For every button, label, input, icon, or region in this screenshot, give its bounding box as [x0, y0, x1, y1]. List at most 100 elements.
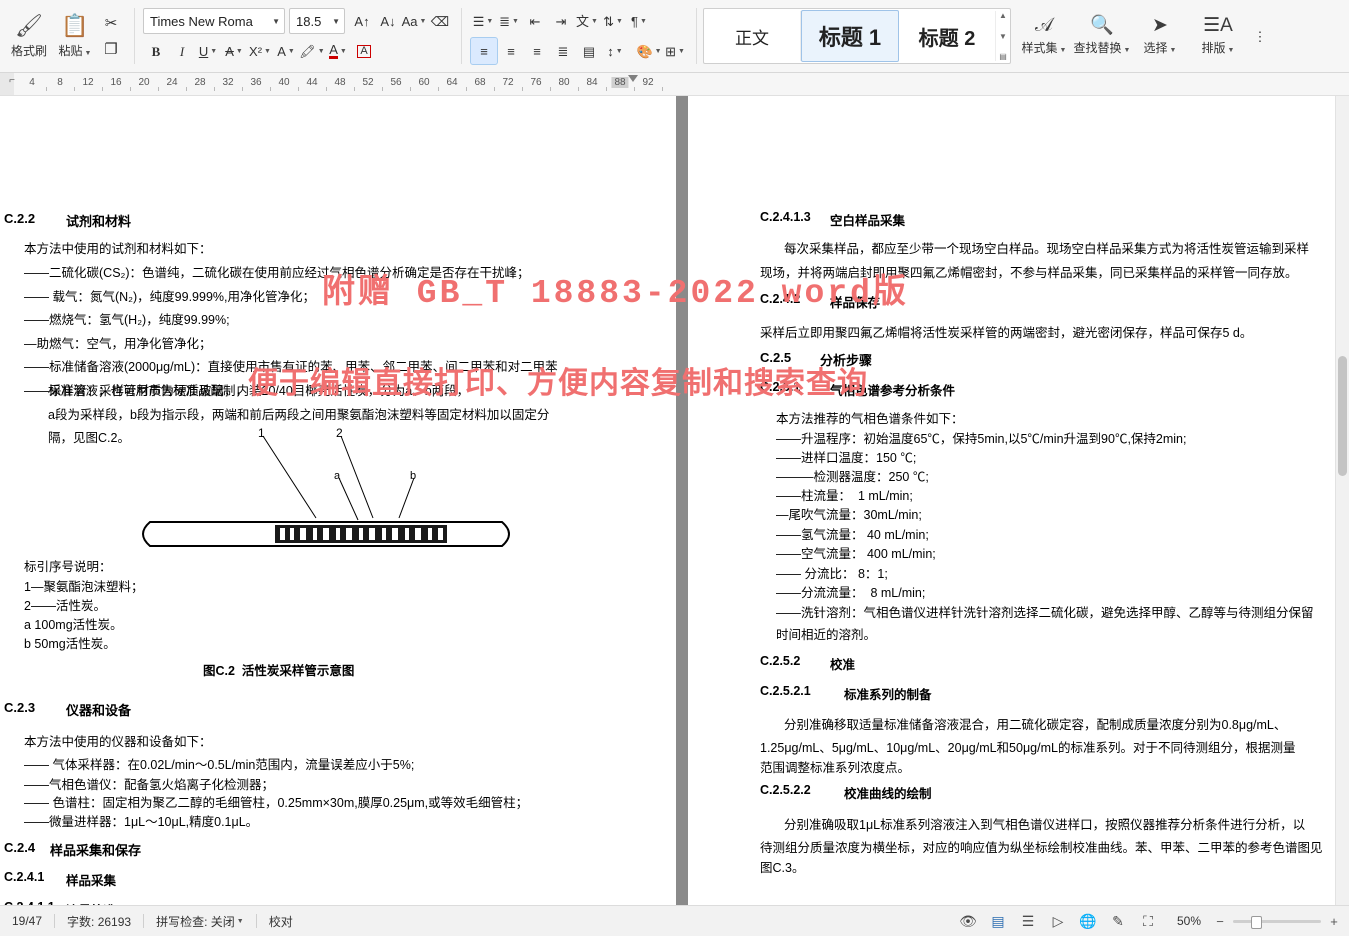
ruler-scale: 4812162024283236404448525660646872768084… — [0, 73, 1349, 95]
style-item-heading1[interactable]: 标题 1 — [801, 10, 899, 62]
zoom-in-button[interactable]: + — [1327, 914, 1341, 928]
char-border-button[interactable]: A — [351, 38, 377, 64]
document-canvas[interactable]: C.2.2 试剂和材料 本方法中使用的试剂和材料如下： ——二硫化碳(CS₂)：… — [0, 96, 1349, 918]
heading-c222-title: 试剂和材料 — [66, 211, 131, 230]
style-item-heading2[interactable]: 标题 2 — [899, 11, 996, 61]
zoom-control[interactable]: 50% − + — [1163, 906, 1349, 936]
shrink-font-button[interactable]: A↓ — [375, 8, 401, 34]
font-color-button[interactable]: A▼ — [325, 38, 351, 64]
ruler-tick — [186, 87, 187, 91]
borders-button[interactable]: ⊞▼ — [662, 38, 688, 64]
align-center-button[interactable]: ≡ — [498, 38, 524, 64]
page-indicator[interactable]: 19/47 — [0, 906, 54, 936]
ruler-tick-label: 84 — [586, 77, 597, 88]
fullscreen-icon[interactable]: ⛶ — [1133, 906, 1163, 936]
paragraph: ———检测器温度：250 ℃; — [776, 466, 929, 485]
style-gallery[interactable]: 正文 标题 1 标题 2 ▲ ▼ ▤ — [703, 8, 1011, 64]
decrease-indent-button[interactable]: ⇤ — [522, 8, 548, 34]
paragraph: 本方法中使用的仪器和设备如下： — [24, 731, 212, 750]
format-painter-button[interactable]: 🖌 格式刷 — [6, 14, 52, 59]
indent-marker[interactable] — [628, 75, 638, 82]
superscript-button[interactable]: X²▼ — [247, 38, 273, 64]
heading-c252-title: 校准 — [830, 654, 855, 673]
style-set-button[interactable]: 𝒜 样式集▼ — [1015, 6, 1073, 66]
page-left[interactable]: C.2.2 试剂和材料 本方法中使用的试剂和材料如下： ——二硫化碳(CS₂)：… — [0, 96, 676, 918]
ruler-tick-label: 28 — [194, 77, 205, 88]
paste-button[interactable]: 📋 粘贴▼ — [52, 14, 98, 59]
justify-button[interactable]: ≣ — [550, 38, 576, 64]
font-row-2: B I U▼ A▼ X²▼ A▼ 🖍▼ A▼ A — [143, 36, 453, 66]
sort-button[interactable]: ⇅▼ — [600, 8, 626, 34]
heading-c2414-num: C.2.4.2 — [760, 292, 800, 306]
tab-stop-selector[interactable]: ⌐ — [9, 75, 15, 86]
ruler-tick-label: 20 — [138, 77, 149, 88]
copy-button[interactable]: ❐ — [98, 37, 124, 61]
zoom-level[interactable]: 50% — [1171, 906, 1207, 936]
ribbon-overflow-button[interactable]: ⋮ — [1247, 6, 1273, 66]
align-left-button[interactable]: ≡ — [470, 37, 498, 65]
more-icon: ⋮ — [1254, 30, 1267, 43]
font-size-combobox[interactable]: 18.5 ▼ — [289, 8, 345, 34]
clipboard-icon: 📋 — [61, 14, 88, 38]
paragraph: 采样后立即用聚四氟乙烯帽将活性炭采样管的两端密封，避光密闭保存，样品可保存5 d… — [760, 322, 1252, 341]
paragraph: ——进样口温度：150 ℃; — [776, 447, 916, 466]
heading-c2521-title: 标准系列的制备 — [844, 684, 932, 703]
web-layout-icon[interactable]: ▷ — [1043, 906, 1073, 936]
pinyin-guide-button[interactable]: 文▼ — [574, 8, 600, 34]
find-replace-button[interactable]: 🔍 查找替换▼ — [1073, 6, 1131, 66]
line-spacing-button[interactable]: ↕▼ — [602, 38, 628, 64]
strikethrough-button[interactable]: A▼ — [221, 38, 247, 64]
underline-button[interactable]: U▼ — [195, 38, 221, 64]
italic-button[interactable]: I — [169, 38, 195, 64]
font-color-icon: A — [329, 43, 338, 59]
more-styles-icon[interactable]: ▤ — [999, 52, 1007, 61]
show-marks-button[interactable]: ¶▼ — [626, 8, 652, 34]
sort-icon: ⇅ — [603, 15, 614, 28]
ruler-tick-label: 92 — [642, 77, 653, 88]
shading-button[interactable]: 🎨▼ — [636, 38, 662, 64]
page-right[interactable]: C.2.4.1.3 空白样品采集 每次采集样品，都应至少带一个现场空白样品。现场… — [688, 96, 1349, 918]
scrollbar-thumb[interactable] — [1338, 356, 1347, 476]
increase-indent-button[interactable]: ⇥ — [548, 8, 574, 34]
paragraph: a段为采样段，b段为指示段，两端和前后两段之间用聚氨酯泡沫塑料等固定材料加以固定… — [48, 404, 549, 423]
change-case-button[interactable]: Aa▼ — [401, 8, 427, 34]
numbered-list-button[interactable]: ≣▼ — [496, 8, 522, 34]
gallery-scroll[interactable]: ▲ ▼ ▤ — [996, 9, 1010, 63]
figure-label-1: 1 — [258, 426, 265, 440]
preview-eye-icon[interactable]: 👁 — [953, 906, 983, 936]
cut-button[interactable]: ✂ — [98, 11, 124, 35]
grow-font-button[interactable]: A↑ — [349, 8, 375, 34]
text-effect-button[interactable]: A▼ — [273, 38, 299, 64]
horizontal-ruler[interactable]: 4812162024283236404448525660646872768084… — [0, 73, 1349, 96]
ruler-tick — [578, 87, 579, 91]
paragraph: 图C.3。 — [760, 857, 804, 876]
font-name-combobox[interactable]: Times New Roma ▼ — [143, 8, 285, 34]
ruler-tick — [270, 87, 271, 91]
highlight-button[interactable]: 🖍▼ — [299, 38, 325, 64]
outline-view-icon[interactable]: ☰ — [1013, 906, 1043, 936]
align-right-button[interactable]: ≡ — [524, 38, 550, 64]
pen-icon[interactable]: ✎ — [1103, 906, 1133, 936]
globe-icon[interactable]: 🌐 — [1073, 906, 1103, 936]
copy-icon: ❐ — [104, 42, 117, 57]
chevron-down-icon[interactable]: ▼ — [999, 32, 1007, 41]
vertical-scrollbar[interactable] — [1335, 96, 1349, 918]
spell-check-status[interactable]: 拼写检查: 关闭▼ — [144, 906, 256, 936]
clear-format-button[interactable]: ⌫ — [427, 8, 453, 34]
ruler-tick — [74, 87, 75, 91]
word-count[interactable]: 字数: 26193 — [55, 906, 143, 936]
chevron-up-icon[interactable]: ▲ — [999, 11, 1007, 20]
ruler-tick-label: 80 — [558, 77, 569, 88]
page-layout-icon[interactable]: ▤ — [983, 906, 1013, 936]
zoom-out-button[interactable]: − — [1213, 914, 1227, 928]
bold-button[interactable]: B — [143, 38, 169, 64]
style-item-body[interactable]: 正文 — [704, 11, 801, 61]
proofread-button[interactable]: 校对 — [257, 906, 305, 936]
typeset-button[interactable]: ☰A 排版▼ — [1189, 6, 1247, 66]
bullet-list-button[interactable]: ☰▼ — [470, 8, 496, 34]
select-button[interactable]: ➤ 选择▼ — [1131, 6, 1189, 66]
zoom-slider-track[interactable] — [1233, 920, 1321, 923]
distribute-button[interactable]: ▤ — [576, 38, 602, 64]
zoom-slider-knob[interactable] — [1251, 916, 1262, 929]
paragraph: —助燃气：空气，用净化管净化； — [24, 333, 212, 352]
